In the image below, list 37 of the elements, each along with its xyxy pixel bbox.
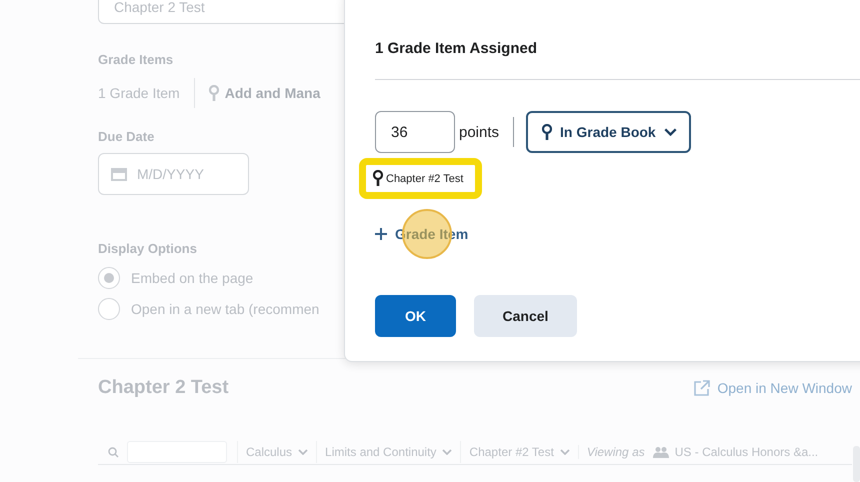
filter-dropdown[interactable]: Limits and Continuity bbox=[316, 441, 460, 463]
gradebook-dropdown-button[interactable]: In Grade Book bbox=[526, 111, 691, 153]
viewing-as-value[interactable]: US - Calculus Honors &a... bbox=[674, 445, 818, 459]
cancel-button[interactable]: Cancel bbox=[474, 295, 577, 337]
calendar-icon bbox=[111, 167, 127, 181]
option-label: Embed on the page bbox=[131, 270, 254, 286]
filter-dropdown[interactable]: Chapter #2 Test bbox=[460, 441, 578, 463]
display-options-label: Display Options bbox=[98, 241, 197, 256]
group-icon bbox=[652, 446, 669, 458]
due-date-label: Due Date bbox=[98, 129, 154, 144]
preview-title: Chapter 2 Test bbox=[98, 377, 229, 399]
grade-items-label: Grade Items bbox=[98, 52, 174, 67]
search-icon bbox=[108, 446, 119, 458]
ok-button[interactable]: OK bbox=[375, 295, 456, 337]
filter-dropdown[interactable]: Calculus bbox=[237, 441, 316, 463]
open-new-window-link[interactable]: Open in New Window bbox=[717, 380, 852, 396]
option-label: Open in a new tab (recommen bbox=[131, 300, 320, 316]
chevron-down-icon bbox=[560, 449, 570, 455]
add-manage-link[interactable]: Add and Mana bbox=[224, 85, 320, 101]
chevron-down-icon bbox=[664, 128, 677, 136]
radio-button[interactable] bbox=[98, 266, 120, 288]
grade-item-count: 1 Grade Item bbox=[98, 85, 180, 101]
points-input[interactable]: 36 bbox=[375, 111, 455, 153]
dialog-heading: 1 Grade Item Assigned bbox=[375, 39, 538, 59]
search-field[interactable] bbox=[127, 441, 227, 463]
pin-icon bbox=[542, 124, 552, 140]
radio-button[interactable] bbox=[98, 298, 120, 320]
viewing-as-label: Viewing as bbox=[578, 445, 645, 459]
chevron-down-icon bbox=[298, 449, 308, 455]
chevron-down-icon bbox=[442, 449, 452, 455]
pin-icon bbox=[373, 170, 383, 187]
date-field[interactable]: M/D/YYYY bbox=[98, 153, 249, 195]
plus-icon bbox=[375, 228, 387, 240]
points-label: points bbox=[459, 124, 500, 140]
external-link-icon bbox=[693, 379, 712, 397]
grade-pin-icon bbox=[208, 84, 219, 102]
grade-item-chip[interactable]: Chapter #2 Test bbox=[359, 158, 482, 199]
